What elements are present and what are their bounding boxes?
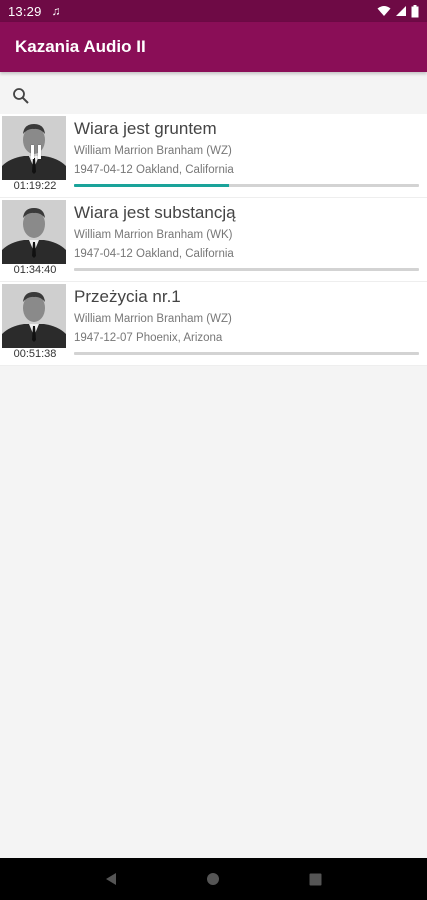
- app-title: Kazania Audio II: [15, 37, 146, 56]
- status-icons: [377, 4, 419, 18]
- speaker-photo[interactable]: [2, 116, 66, 180]
- status-time: 13:29: [8, 3, 42, 19]
- sermon-author: William Marrion Branham (WK): [74, 229, 233, 241]
- navigation-bar: [0, 858, 427, 900]
- sermon-title: Wiara jest substancją: [74, 203, 236, 222]
- speaker-photo[interactable]: [2, 284, 66, 348]
- sermon-author: William Marrion Branham (WZ): [74, 145, 232, 157]
- list-item[interactable]: 01:34:40 Wiara jest substancją William M…: [0, 198, 427, 282]
- duration-label: 01:34:40: [13, 264, 57, 276]
- duration-label: 01:19:22: [13, 180, 57, 192]
- sermon-title: Przeżycia nr.1: [74, 287, 181, 306]
- playback-progress[interactable]: [74, 184, 419, 187]
- search-icon[interactable]: [12, 87, 30, 105]
- sermon-list: 01:19:22 Wiara jest gruntem William Marr…: [0, 114, 427, 366]
- list-item[interactable]: 00:51:38 Przeżycia nr.1 William Marrion …: [0, 282, 427, 366]
- search-row[interactable]: [0, 78, 427, 114]
- status-bar: 13:29 ♫: [0, 0, 427, 22]
- duration-label: 00:51:38: [13, 348, 57, 360]
- playback-progress[interactable]: [74, 352, 419, 355]
- sermon-date-place: 1947-12-07 Phoenix, Arizona: [74, 332, 223, 344]
- sermon-author: William Marrion Branham (WZ): [74, 313, 232, 325]
- progress-fill: [74, 184, 230, 187]
- sermon-title: Wiara jest gruntem: [74, 119, 217, 138]
- wifi-icon: [377, 5, 391, 17]
- home-icon[interactable]: [198, 864, 228, 894]
- sermon-date-place: 1947-04-12 Oakland, California: [74, 164, 234, 176]
- signal-icon: [395, 5, 407, 17]
- back-icon[interactable]: [96, 864, 126, 894]
- pause-icon[interactable]: [31, 145, 41, 159]
- battery-icon: [411, 4, 419, 18]
- recents-icon[interactable]: [301, 864, 331, 894]
- app-bar: Kazania Audio II: [0, 22, 427, 72]
- playback-progress[interactable]: [74, 268, 419, 271]
- list-item[interactable]: 01:19:22 Wiara jest gruntem William Marr…: [0, 114, 427, 198]
- sermon-date-place: 1947-04-12 Oakland, California: [74, 248, 234, 260]
- speaker-photo[interactable]: [2, 200, 66, 264]
- music-note-icon: ♫: [51, 4, 61, 18]
